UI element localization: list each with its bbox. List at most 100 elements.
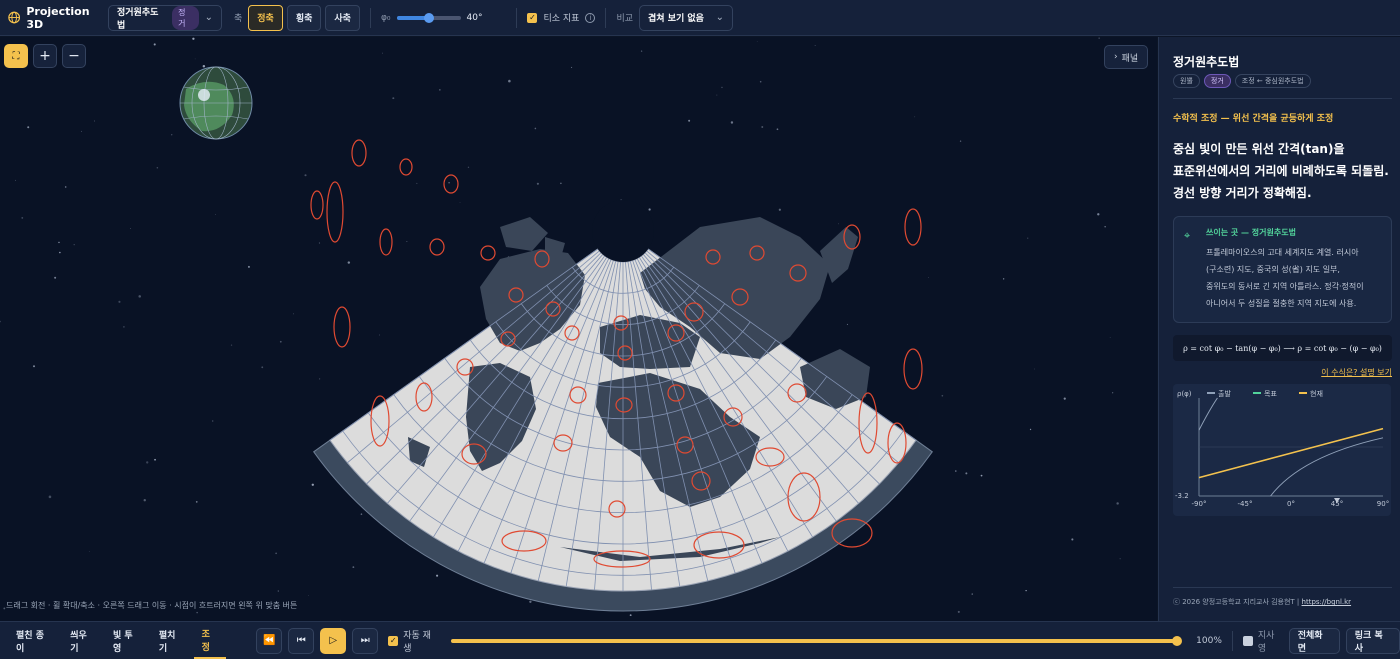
star [406,241,408,242]
star [277,590,279,592]
star [123,326,125,328]
star [81,130,82,132]
legend-label: 현재 [1310,390,1323,398]
star [1104,226,1106,228]
tissot-checkbox[interactable]: ✓ [527,12,538,23]
star [459,202,461,204]
chart-ymin-label: -3.2 [1175,492,1189,500]
phi-slider[interactable] [396,12,461,23]
axis-option-button[interactable]: 횡축 [286,4,322,31]
stage-tab[interactable]: 빛 투영 [105,623,149,659]
star [318,242,321,244]
star [778,208,781,211]
star [352,566,355,568]
step-back-icon: ⏮ [296,635,306,646]
credit-link[interactable]: https://bgnl.kr [1302,598,1352,606]
axis-segment: 정축 횡축 사축 [248,4,360,31]
star [94,120,95,122]
autoplay-checkbox[interactable]: ✓ [388,635,399,646]
step-forward-icon: ⏭ [360,635,370,646]
map-viewport[interactable]: ⛶ + − › 패널 드래그 회전 · 휠 확대/축소 · 오른쪽 드래그 이동 … [0,37,1157,621]
star [48,495,52,499]
divider [369,7,371,28]
zoom-in-button[interactable]: + [33,44,57,68]
star [275,552,277,555]
stage-tab[interactable]: 씌우기 [62,623,103,659]
panel-toggle-button[interactable]: › 패널 [1104,45,1149,69]
info-panel: 정거원추도법 원뿔 정거 조정 ← 중심원추도법 수학적 조정 — 위선 간격을 균… [1158,37,1400,621]
axis-option-button[interactable]: 정축 [248,4,283,31]
stage-tab[interactable]: 조정 [193,623,227,659]
chevron-down-icon: ⌄ [715,12,725,23]
tissot-ellipse [903,348,923,390]
fit-view-button[interactable]: ⛶ [4,44,28,68]
stage-tab[interactable]: 펼치기 [151,623,192,659]
stage-tabs: 펼친 종이 씌우기 빛 투영 펼치기 조정 [8,623,227,659]
progress-handle[interactable] [1172,635,1183,646]
star [971,593,973,595]
usage-line: (구소련) 지도, 중국의 성(省) 지도 일부, [1206,265,1340,274]
star [846,323,848,325]
star [1025,589,1027,592]
star [21,217,24,219]
star [27,126,30,129]
star [467,166,470,169]
star [212,420,214,422]
star [1063,397,1066,400]
star [1119,558,1121,560]
star [688,119,691,122]
chart-xtick-label: -90° [1192,500,1207,508]
info-icon[interactable]: i [585,12,596,23]
star [279,340,282,343]
star [0,320,1,323]
play-button[interactable]: ▷ [320,627,347,654]
zoom-out-button[interactable]: − [62,44,86,68]
star [261,366,264,369]
projection-value: 정거원추도법 [117,7,159,31]
star [143,499,146,502]
stage-tab[interactable]: 펼친 종이 [8,623,60,659]
star [416,182,418,184]
star [560,182,562,185]
star [311,483,314,486]
progress-bar[interactable] [451,635,1183,646]
chart-xtick-label: -45° [1238,500,1253,508]
panel-chips: 원뿔 정거 조정 ← 중심원추도법 [1173,74,1392,88]
chart-xtick-label: 90° [1377,500,1389,508]
star [230,344,233,346]
usage-body: 프톨레마이오스의 고대 세계지도 계열. 러시아 (구소련) 지도, 중국의 성… [1206,244,1381,312]
star [648,208,651,211]
projection-badge: 정거 [172,5,199,30]
compare-select[interactable]: 겹쳐 보기 없음 ⌄ [639,4,734,31]
step-forward-button[interactable]: ⏭ [352,627,379,654]
rewind-button[interactable]: ⏪ [256,627,283,654]
mini-globe-icon[interactable] [179,66,253,140]
projection-select[interactable]: 정거원추도법 정거 ⌄ [108,4,222,31]
star [32,365,36,368]
tissot-ellipse [379,228,393,256]
map-canvas[interactable] [0,37,1157,621]
chevron-right-icon: › [1114,52,1118,62]
map-pin-icon: ⌖ [1184,229,1191,242]
star [58,241,60,244]
axis-option-button[interactable]: 사축 [325,4,360,31]
lead-line: 표준위선에서의 거리에 비례하도록 되돌림. [1173,164,1389,178]
step-back-button[interactable]: ⏮ [288,627,315,654]
tissot-ellipse [333,306,351,348]
star [776,128,779,131]
tissot-ellipse [429,238,445,256]
copy-link-button[interactable]: 링크 복사 [1345,627,1400,654]
formula-explain-link[interactable]: 이 수식은? 설명 보기 [1173,367,1392,378]
series-current-line [1198,427,1384,479]
star [196,611,198,614]
fullscreen-button[interactable]: 전체화면 [1288,627,1340,654]
star [730,121,734,124]
tissot-ellipse [326,181,344,243]
star [360,513,363,515]
graticule-checkbox[interactable] [1242,635,1253,646]
chip: 정거 [1203,74,1231,88]
phi-slider-handle[interactable] [423,12,434,23]
star [156,166,159,169]
lead-line: 경선 방향 거리가 정확해짐. [1173,186,1312,200]
compare-label: 비교 [616,14,634,24]
